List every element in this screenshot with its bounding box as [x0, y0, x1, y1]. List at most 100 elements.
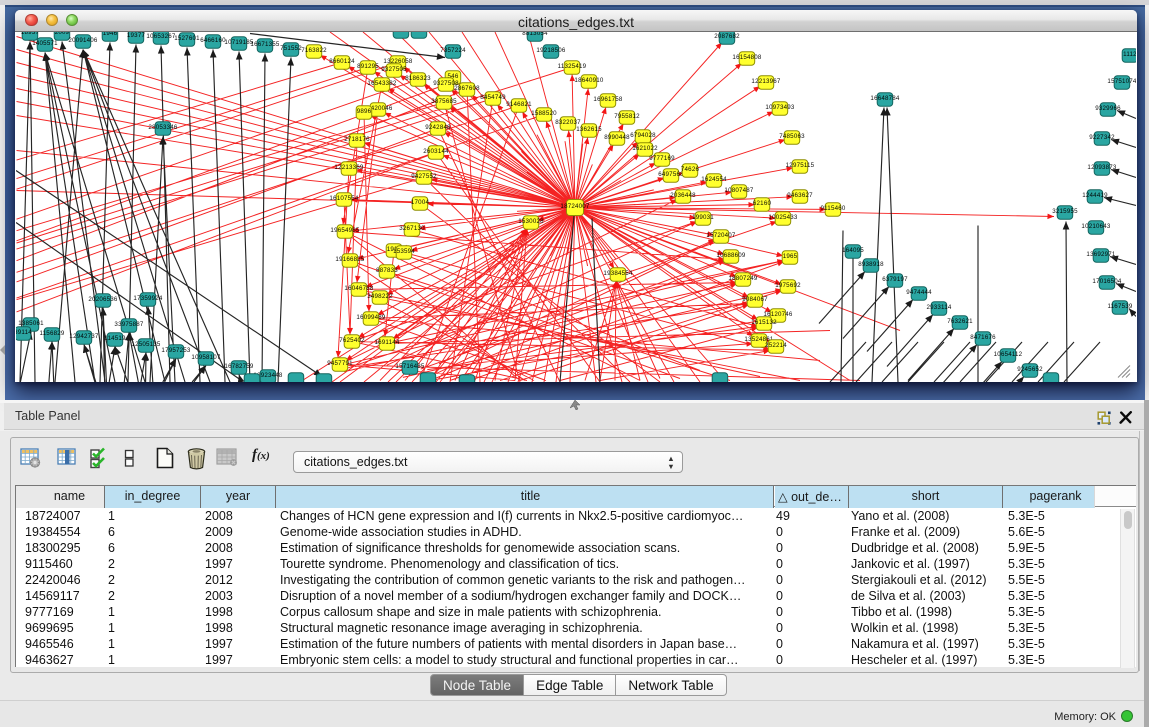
svg-text:19166825: 19166825 [335, 256, 364, 263]
svg-text:13692971: 13692971 [1086, 251, 1115, 258]
svg-text:12213369: 12213369 [334, 164, 363, 171]
svg-text:2036448: 2036448 [670, 192, 696, 199]
svg-text:17957253: 17957253 [161, 347, 190, 354]
svg-text:3267130: 3267130 [399, 225, 425, 232]
svg-text:19377: 19377 [127, 32, 146, 39]
svg-text:6466160: 6466160 [200, 37, 226, 44]
svg-text:3875685: 3875685 [431, 98, 457, 105]
svg-text:8454749: 8454749 [480, 94, 506, 101]
svg-text:8186323: 8186323 [405, 75, 431, 82]
svg-text:1621022: 1621022 [632, 145, 658, 152]
svg-text:12942737: 12942737 [69, 333, 98, 340]
svg-text:10688609: 10688609 [716, 252, 745, 259]
svg-text:1691144: 1691144 [374, 339, 399, 346]
svg-text:9227342: 9227342 [1089, 134, 1115, 141]
svg-text:20091406: 20091406 [68, 37, 97, 44]
svg-text:12975115: 12975115 [786, 162, 815, 169]
svg-text:887833: 887833 [376, 267, 398, 274]
svg-text:9463627: 9463627 [787, 192, 813, 199]
svg-text:16543382: 16543382 [367, 80, 396, 87]
svg-text:1615132: 1615132 [751, 319, 777, 326]
svg-text:9327505: 9327505 [381, 66, 407, 73]
svg-text:15751074: 15751074 [1107, 78, 1136, 85]
svg-text:9115460: 9115460 [820, 205, 845, 212]
svg-text:1244419: 1244419 [1082, 192, 1108, 199]
svg-text:39114: 39114 [16, 329, 32, 336]
svg-text:18937: 18937 [21, 32, 40, 36]
svg-text:12213967: 12213967 [751, 78, 780, 85]
svg-text:6379197: 6379197 [882, 276, 908, 283]
svg-text:10958107: 10958107 [191, 354, 220, 361]
svg-text:2009: 2009 [55, 32, 70, 36]
svg-text:8938918: 8938918 [858, 261, 884, 268]
svg-text:15720407: 15720407 [706, 232, 735, 239]
svg-text:164095: 164095 [842, 247, 864, 254]
svg-text:7955812: 7955812 [614, 113, 640, 120]
svg-text:751552: 751552 [280, 45, 302, 52]
svg-text:8990448: 8990448 [604, 134, 630, 141]
svg-text:28053346: 28053346 [148, 124, 177, 131]
svg-text:8660124: 8660124 [329, 58, 355, 65]
svg-text:10973493: 10973493 [765, 104, 794, 111]
svg-text:1362615: 1362615 [576, 126, 602, 133]
svg-text:19654985: 19654985 [330, 227, 359, 234]
svg-text:1946: 1946 [103, 32, 118, 37]
svg-text:1965: 1965 [783, 253, 798, 260]
svg-text:1112: 1112 [1123, 51, 1136, 58]
svg-text:1624554: 1624554 [701, 176, 727, 183]
svg-text:252214: 252214 [765, 342, 787, 349]
svg-text:1975692: 1975692 [775, 282, 801, 289]
svg-text:18724007: 18724007 [560, 203, 589, 210]
svg-text:9242848: 9242848 [425, 124, 451, 131]
svg-text:8322037: 8322037 [555, 119, 581, 126]
svg-text:74626: 74626 [681, 166, 700, 173]
svg-text:18640910: 18640910 [574, 77, 603, 84]
svg-text:1156829: 1156829 [39, 330, 64, 337]
svg-text:2867608: 2867608 [454, 85, 480, 92]
svg-text:10653267: 10653267 [146, 33, 175, 40]
svg-text:2603144: 2603144 [423, 148, 449, 155]
svg-text:16961758: 16961758 [593, 96, 622, 103]
svg-text:16671355: 16671355 [250, 41, 279, 48]
svg-text:891295: 891295 [357, 63, 379, 70]
svg-text:12505135: 12505135 [131, 341, 160, 348]
svg-text:2718176: 2718176 [344, 136, 370, 143]
svg-text:6794028: 6794028 [630, 132, 656, 139]
svg-text:7357224: 7357224 [440, 47, 466, 54]
svg-text:16782759: 16782759 [224, 363, 253, 370]
svg-text:2933114: 2933114 [926, 304, 951, 311]
svg-text:1527601: 1527601 [174, 35, 200, 42]
svg-text:7163822: 7163822 [301, 47, 327, 54]
svg-text:9084067: 9084067 [742, 296, 768, 303]
svg-text:10654112: 10654112 [994, 351, 1023, 358]
svg-text:9896: 9896 [357, 108, 372, 115]
svg-text:16107554: 16107554 [329, 195, 358, 202]
svg-text:20206536: 20206536 [88, 296, 117, 303]
svg-text:18807249: 18807249 [728, 275, 757, 282]
svg-text:1530028: 1530028 [518, 218, 544, 225]
svg-text:2087682: 2087682 [714, 33, 740, 40]
svg-text:12093873: 12093873 [1087, 164, 1116, 171]
svg-text:10210643: 10210643 [1081, 223, 1110, 230]
svg-text:10807487: 10807487 [724, 187, 753, 194]
svg-text:33975887: 33975887 [114, 321, 143, 328]
svg-text:9245652: 9245652 [1017, 366, 1043, 373]
svg-text:1167539: 1167539 [1107, 303, 1132, 310]
svg-text:16154808: 16154808 [732, 54, 761, 61]
svg-text:9474444: 9474444 [906, 289, 932, 296]
svg-text:7625402: 7625402 [339, 337, 365, 344]
svg-text:3498222: 3498222 [367, 293, 393, 300]
svg-text:9777169: 9777169 [649, 155, 675, 162]
svg-text:19218506: 19218506 [536, 47, 565, 54]
svg-text:62160: 62160 [753, 200, 772, 207]
svg-text:3215955: 3215955 [1052, 208, 1078, 215]
svg-text:16099489: 16099489 [356, 314, 385, 321]
svg-text:17016504: 17016504 [1092, 278, 1121, 285]
svg-text:16648784: 16648784 [870, 95, 899, 102]
svg-text:9146821: 9146821 [506, 101, 532, 108]
svg-text:19384554: 19384554 [603, 270, 632, 277]
svg-text:9457791: 9457791 [327, 360, 353, 367]
svg-text:7485063: 7485063 [779, 133, 805, 140]
svg-text:9329966: 9329966 [1095, 105, 1121, 112]
svg-text:17004: 17004 [411, 199, 430, 206]
